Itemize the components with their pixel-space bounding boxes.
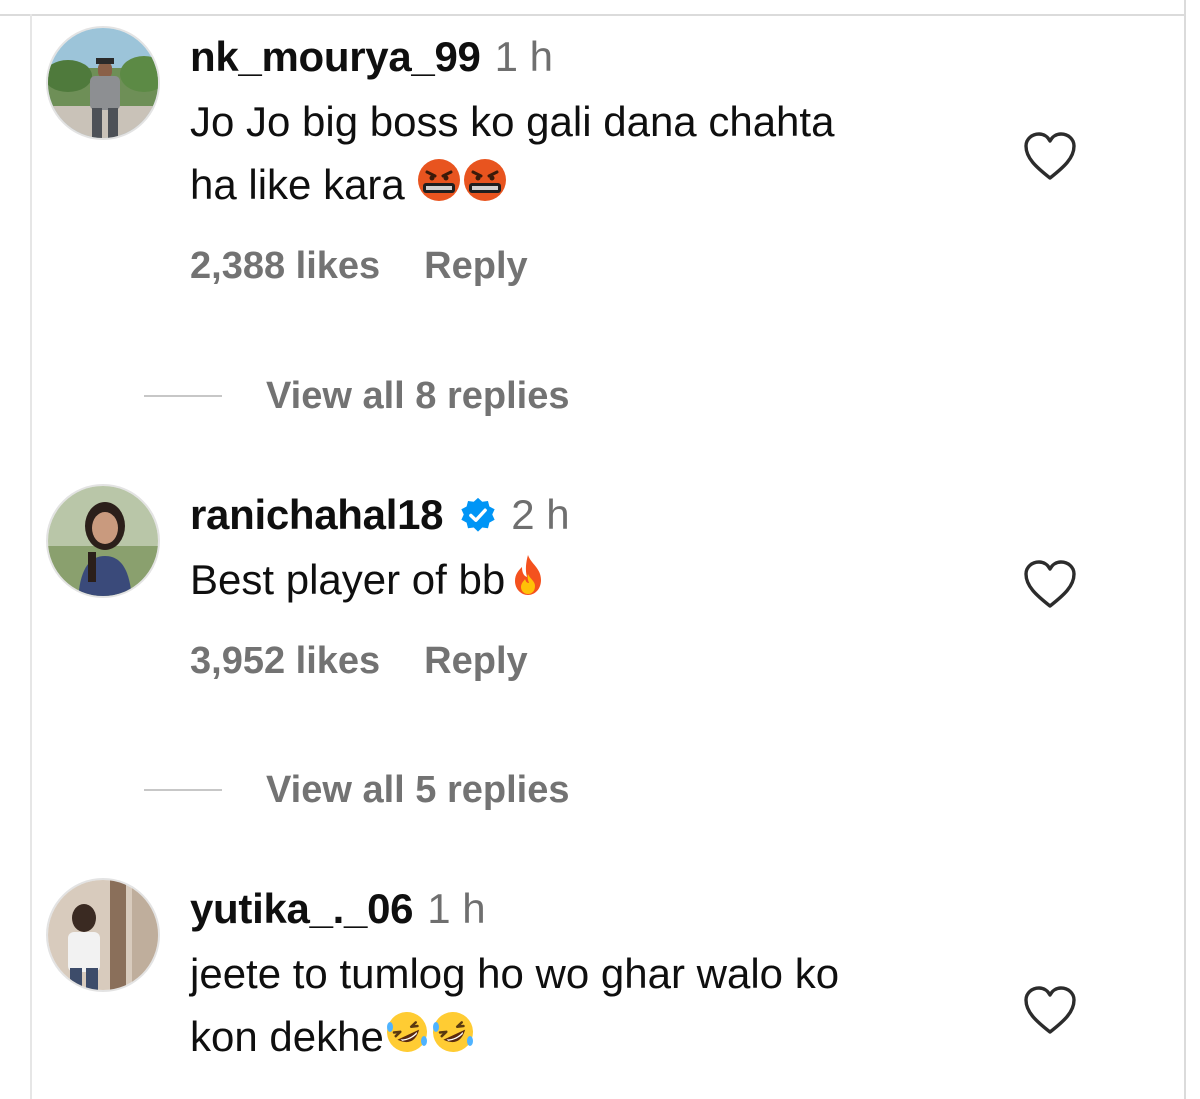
comment-text-line: Best player of bb [190, 548, 1050, 611]
divider-line [144, 395, 222, 397]
view-replies-button[interactable]: View all 5 replies [144, 762, 569, 818]
avatar[interactable] [46, 484, 160, 598]
likes-count[interactable]: 3,952 likes [190, 640, 380, 683]
comment-text: Jo Jo big boss ko gali dana chahta ha li… [190, 90, 1050, 216]
timestamp[interactable]: 2 h [511, 491, 569, 539]
likes-count[interactable]: 2,388 likes [190, 245, 380, 288]
reply-button[interactable]: Reply [424, 245, 527, 288]
fire-icon [505, 552, 551, 598]
face-with-symbols-on-mouth-icon [462, 157, 508, 203]
comment-text-segment: ha like kara [190, 161, 405, 208]
view-replies-label[interactable]: View all 5 replies [266, 769, 569, 812]
face-with-symbols-on-mouth-icon [416, 157, 462, 203]
heart-icon[interactable] [1022, 130, 1078, 182]
view-replies-button[interactable]: View all 8 replies [144, 368, 569, 424]
username[interactable]: yutika_._06 [190, 885, 414, 933]
scrollbar-track[interactable] [1184, 0, 1186, 1099]
left-border [0, 14, 32, 1099]
divider-line [144, 789, 222, 791]
comment-text-line: Jo Jo big boss ko gali dana chahta [190, 98, 835, 145]
heart-icon[interactable] [1022, 984, 1078, 1036]
avatar[interactable] [46, 878, 160, 992]
timestamp[interactable]: 1 h [495, 33, 553, 81]
comment-text-line: jeete to tumlog ho wo ghar walo ko [190, 950, 840, 997]
rolling-on-the-floor-laughing-icon [384, 1009, 430, 1055]
heart-icon[interactable] [1022, 558, 1078, 610]
view-replies-label[interactable]: View all 8 replies [266, 375, 569, 418]
username[interactable]: ranichahal18 [190, 491, 444, 539]
verified-badge-icon [459, 496, 497, 534]
comment-text-segment: kon dekhe [190, 1013, 384, 1060]
timestamp[interactable]: 1 h [427, 885, 485, 933]
top-border [0, 0, 1186, 16]
reply-button[interactable]: Reply [424, 640, 527, 683]
comment-text: Best player of bb [190, 548, 1050, 611]
comment-text-line: kon dekhe [190, 1005, 1050, 1068]
username[interactable]: nk_mourya_99 [190, 33, 481, 81]
avatar[interactable] [46, 26, 160, 140]
comment-text: jeete to tumlog ho wo ghar walo ko kon d… [190, 942, 1050, 1068]
comment-text-segment: Best player of bb [190, 556, 506, 603]
rolling-on-the-floor-laughing-icon [430, 1009, 476, 1055]
comment-text-line: ha like kara [190, 153, 1050, 216]
